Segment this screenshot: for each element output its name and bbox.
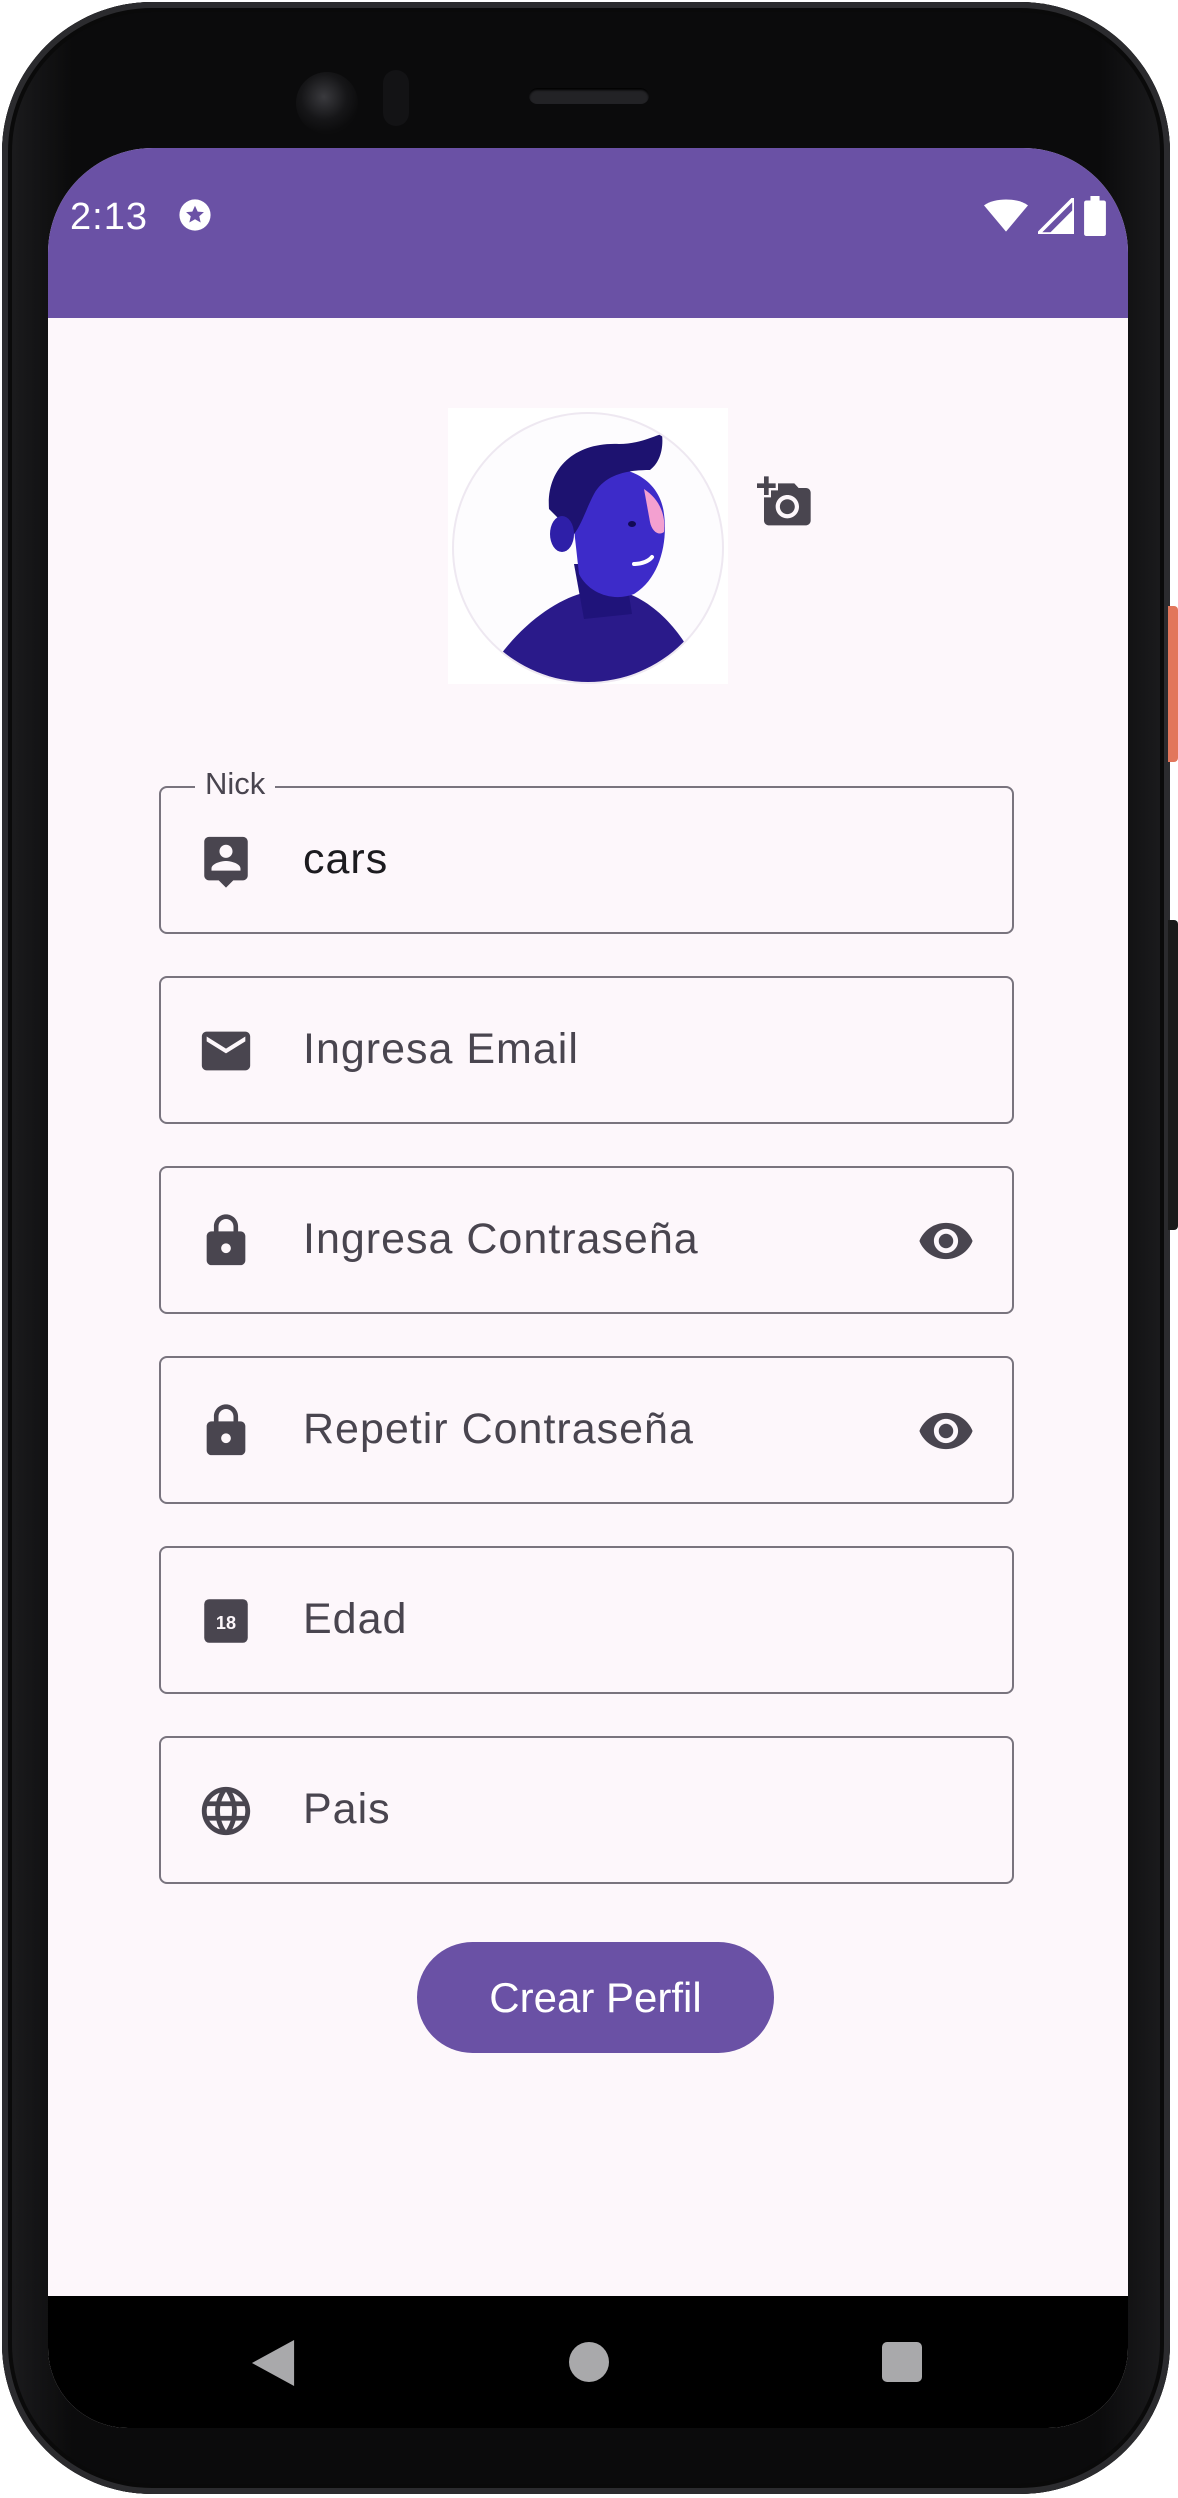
status-bar: 2:13: [48, 148, 1128, 318]
create-profile-button[interactable]: Crear Perfil: [417, 1942, 774, 2053]
avatar-illustration: [494, 434, 694, 682]
lock-icon: [206, 1404, 246, 1456]
phone-frame: 2:13 Nick cars Ingresa Email Ingresa Con…: [2, 2, 1170, 2494]
email-field[interactable]: Ingresa Email: [159, 976, 1014, 1124]
wifi-icon: [984, 199, 1028, 232]
eye-icon[interactable]: [914, 1402, 978, 1460]
country-field[interactable]: Pais: [159, 1736, 1014, 1884]
star-circle-icon: [179, 199, 211, 231]
screen: 2:13 Nick cars Ingresa Email Ingresa Con…: [48, 148, 1128, 2428]
account-box-icon: [204, 836, 248, 888]
country-placeholder: Pais: [303, 1785, 391, 1833]
earpiece-speaker: [529, 88, 649, 104]
password-field[interactable]: Ingresa Contraseña: [159, 1166, 1014, 1314]
nick-label: Nick: [195, 766, 276, 802]
navigation-bar: [48, 2296, 1128, 2428]
email-icon: [201, 1031, 251, 1071]
back-icon[interactable]: [251, 2340, 295, 2386]
age-field[interactable]: 18 Edad: [159, 1546, 1014, 1694]
email-placeholder: Ingresa Email: [303, 1025, 579, 1073]
svg-text:18: 18: [216, 1613, 236, 1633]
repeat-password-field[interactable]: Repetir Contraseña: [159, 1356, 1014, 1504]
status-icons: [984, 196, 1106, 236]
front-camera: [296, 72, 358, 134]
repeat-password-placeholder: Repetir Contraseña: [303, 1405, 694, 1453]
proximity-sensor: [383, 70, 409, 126]
nick-field[interactable]: Nick cars: [159, 766, 1014, 934]
signal-icon: [1038, 198, 1074, 234]
avatar: [454, 414, 722, 682]
age-placeholder: Edad: [303, 1595, 408, 1643]
nick-value: cars: [303, 835, 389, 883]
add-a-photo-icon[interactable]: [757, 474, 813, 530]
recents-icon[interactable]: [882, 2342, 922, 2382]
power-button: [1168, 606, 1178, 762]
password-placeholder: Ingresa Contraseña: [303, 1215, 699, 1263]
lock-icon: [206, 1214, 246, 1266]
eye-icon[interactable]: [914, 1212, 978, 1270]
home-icon[interactable]: [569, 2342, 609, 2382]
calendar-18-icon: 18: [204, 1599, 248, 1643]
status-time: 2:13: [70, 196, 148, 238]
avatar-container[interactable]: [448, 408, 728, 684]
globe-icon: [201, 1786, 251, 1836]
volume-button: [1168, 920, 1178, 1230]
battery-icon: [1084, 196, 1106, 236]
